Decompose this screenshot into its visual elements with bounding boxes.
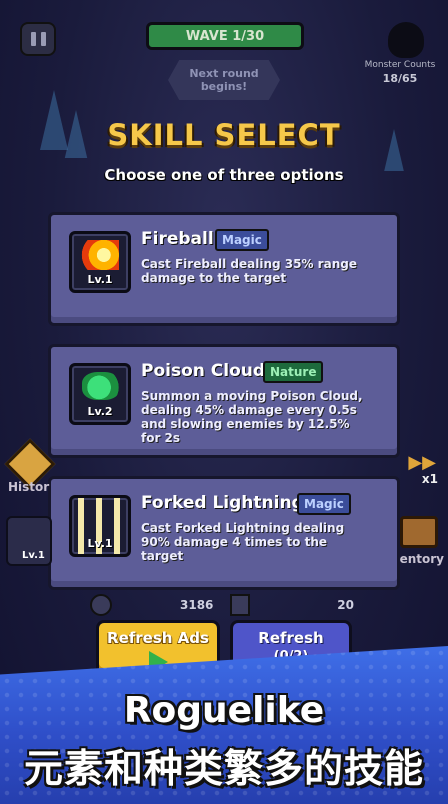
inventory-label: entory — [399, 552, 444, 566]
skill-name: Poison Cloud — [141, 361, 266, 381]
pause-icon — [30, 32, 36, 46]
chest-icon — [400, 516, 438, 548]
skill-level: Lv.2 — [87, 405, 113, 418]
skill-name: Fireball — [141, 229, 214, 249]
skill-icon-frame: Lv.2 — [69, 363, 131, 425]
resource-value: 3186 — [180, 598, 214, 612]
resource-row: 3186 20 — [48, 592, 400, 618]
promo-subheadline: 元素和种类繁多的技能 — [23, 747, 424, 792]
skill-level: Lv.1 — [87, 273, 113, 286]
wave-label: WAVE 1/30 — [185, 28, 265, 44]
equipment-slot-level: Lv.1 — [22, 550, 45, 561]
poison-cloud-icon — [82, 372, 120, 400]
coin-icon — [90, 594, 112, 616]
page-title: SKILL SELECT — [107, 118, 341, 152]
fast-forward-icon[interactable]: ▶▶ — [408, 452, 436, 473]
skill-tag: Nature — [263, 361, 324, 383]
monster-counts-label: Monster Counts — [364, 60, 436, 70]
monster-icon — [388, 22, 424, 58]
skill-card-poison-cloud[interactable]: Lv.2 Poison Cloud Nature Summon a moving… — [48, 344, 400, 458]
skill-card-forked-lightning[interactable]: Lv.1 Forked Lightning Magic Cast Forked … — [48, 476, 400, 590]
skill-tag: Magic — [215, 229, 269, 251]
skill-icon-frame: Lv.1 — [69, 495, 131, 557]
inventory-button[interactable]: entory — [394, 516, 444, 568]
resource-value: 20 — [337, 598, 354, 612]
next-round-text: Next round — [189, 67, 259, 80]
card-icon — [230, 594, 250, 616]
skill-tag: Magic — [297, 493, 351, 515]
skill-description: Summon a moving Poison Cloud, dealing 45… — [141, 389, 363, 445]
skill-description: Cast Forked Lightning dealing 90% damage… — [141, 521, 345, 563]
skill-level: Lv.1 — [87, 537, 113, 550]
skill-icon-frame: Lv.1 — [69, 231, 131, 293]
promo-headline: Roguelike — [123, 690, 325, 731]
skill-description: Cast Fireball dealing 35% range damage t… — [141, 257, 357, 285]
refresh-ads-label: Refresh Ads — [107, 629, 209, 647]
next-round-banner: Next round begins! — [168, 60, 280, 100]
monster-counts-value: 18/65 — [382, 72, 418, 85]
refresh-label: Refresh — [258, 629, 324, 647]
skill-card-fireball[interactable]: Lv.1 Fireball Magic Cast Fireball dealin… — [48, 212, 400, 326]
next-round-text: begins! — [200, 80, 248, 93]
fireball-icon — [81, 240, 119, 270]
skill-name: Forked Lightning — [141, 493, 304, 513]
wave-progress-bar: WAVE 1/30 — [146, 22, 304, 50]
page-subtitle: Choose one of three options — [104, 166, 344, 184]
speed-label: x1 — [421, 472, 438, 486]
pause-button[interactable] — [20, 22, 56, 56]
monster-counts: Monster Counts 18/65 — [360, 60, 440, 85]
history-label: Histor — [8, 480, 50, 494]
